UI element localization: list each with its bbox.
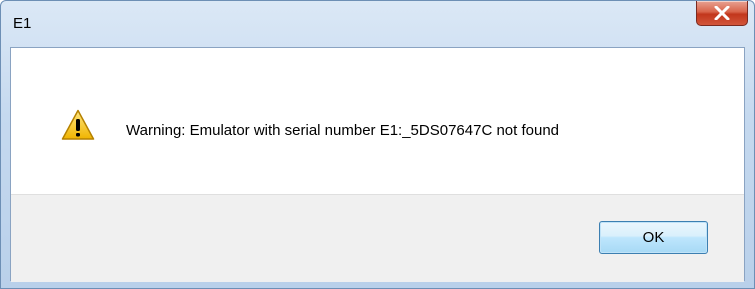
close-icon xyxy=(714,6,730,20)
title-bar[interactable]: E1 xyxy=(1,1,754,49)
dialog-client-area: Warning: Emulator with serial number E1:… xyxy=(10,47,745,282)
message-area: Warning: Emulator with serial number E1:… xyxy=(11,48,744,194)
dialog-window: E1 Warning: Emulator with serial number … xyxy=(0,0,755,289)
warning-message: Warning: Emulator with serial number E1:… xyxy=(126,122,560,139)
window-title: E1 xyxy=(13,15,32,32)
ok-button[interactable]: OK xyxy=(599,221,708,254)
warning-icon xyxy=(61,109,95,140)
close-button[interactable] xyxy=(696,1,748,26)
button-bar: OK xyxy=(11,194,744,282)
